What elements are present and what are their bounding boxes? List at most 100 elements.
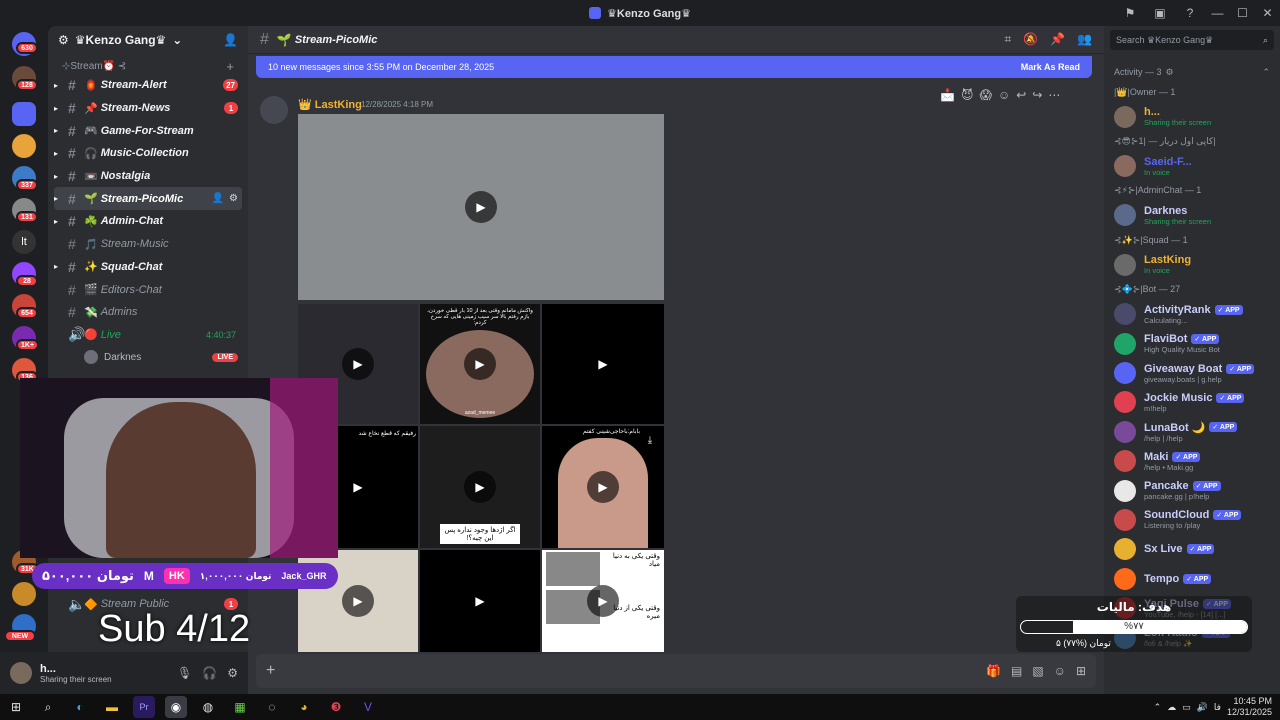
channel-category[interactable]: ⊹Stream⏰ ⊰ + [48,58,248,74]
close-button[interactable]: ✕ [1255,0,1280,26]
gift-icon[interactable]: 🎁 [986,664,1001,678]
inbox-icon[interactable]: ⚑ [1122,5,1138,21]
channel-admin-chat[interactable]: ▸ # ☘️ Admin-Chat [54,210,242,233]
chevron-up-icon[interactable]: ⌃ [1154,702,1162,713]
voice-user[interactable]: Darknes LIVE [48,346,248,368]
add-reaction-icon[interactable]: ☺ [998,88,1010,102]
edge-icon[interactable]: ◐ [69,696,91,718]
member-row[interactable]: LastKing In voice [1104,250,1280,279]
member-row[interactable]: ActivityRank ✓ APP Calculating... [1104,300,1280,329]
member-row[interactable]: Jockie Music ✓ APP m!help [1104,388,1280,417]
video-attachment[interactable]: واکنش ماما‌نم وقتی بعد از 10 بار قطی خور… [420,304,540,424]
reaction-icon[interactable]: 📩 [940,88,955,102]
member-row[interactable]: Pancake ✓ APP pancake.gg | p!help [1104,476,1280,505]
member-list-icon[interactable]: 👥 [1077,32,1092,47]
search-input[interactable]: Search ♛Kenzo Gang♛ ⌕ [1110,30,1274,50]
apps-icon[interactable]: ⊞ [1076,664,1086,678]
plus-icon[interactable]: + [266,662,275,680]
member-row[interactable]: Giveaway Boat ✓ APP giveaway.boats | g.hel… [1104,358,1280,387]
download-icon[interactable]: ⤓ [642,432,658,448]
help-icon[interactable]: ? [1182,5,1198,21]
network-icon[interactable]: ▭ [1182,702,1191,713]
minimize-button[interactable]: — [1205,0,1230,26]
message-author[interactable]: 👑 LastKing [298,98,362,111]
threads-icon[interactable]: ⌗ [1004,32,1011,47]
channel-stream-news[interactable]: ▸ # 📌 Stream-News 1 [54,97,242,120]
channel-music-collection[interactable]: ▸ # 🎧 Music-Collection [54,142,242,165]
server-icon[interactable] [12,582,36,606]
voice-channel-live[interactable]: 🔊 🔴 Live 4:40:37 [54,324,242,347]
play-icon[interactable]: ▶ [587,348,619,380]
store-icon[interactable]: ▦ [229,696,251,718]
reaction-icon[interactable]: 😈 [961,88,974,102]
channel-nostalgia[interactable]: ▸ # 📼 Nostalgia [54,165,242,188]
invite-icon[interactable]: 👤 [212,193,224,204]
screen-share-icon[interactable]: ▣ [1152,5,1168,21]
guild-header[interactable]: ⚙ ♛Kenzo Gang♛ ⌄ 👤 [48,26,248,54]
play-icon[interactable]: ▶ [465,191,497,223]
pin-icon[interactable]: 📌 [1050,32,1065,47]
video-attachment[interactable]: ▶ [420,550,540,652]
member-row[interactable]: SoundCloud ✓ APP Listening to /play [1104,505,1280,534]
file-explorer-icon[interactable]: ▬ [101,696,123,718]
play-icon[interactable]: ▶ [464,585,496,617]
forward-icon[interactable]: ↪ [1032,88,1042,102]
play-icon[interactable]: ▶ [464,348,496,380]
play-icon[interactable]: ▶ [342,348,374,380]
mark-as-read-button[interactable]: Mark As Read [1021,62,1080,72]
more-icon[interactable]: ⋯ [1048,88,1060,102]
settings-icon[interactable]: ⚙ [227,666,238,680]
avatar[interactable] [260,96,288,124]
channel-stream-picomic[interactable]: ▸ # 🌱 Stream-PicoMic 👤 ⚙ [54,187,242,211]
chrome-icon[interactable]: ◕ [293,696,315,718]
member-row[interactable]: h... Sharing their screen [1104,102,1280,131]
member-row[interactable]: Saeid-F... In voice [1104,151,1280,180]
new-messages-bar[interactable]: 10 new messages since 3:55 PM on Decembe… [256,56,1092,78]
reaction-icon[interactable]: 😱 [979,88,992,102]
video-attachment[interactable]: اگر اژدها وجود نداره پس این چیه؟! ▶ [420,426,540,548]
video-attachment[interactable]: بابام:باحاجی‌شینی کفتم ⤓ ▶ [542,426,664,548]
tray-app-icon[interactable]: ☁ [1167,702,1176,713]
plus-icon[interactable]: + [226,59,234,74]
add-member-icon[interactable]: 👤 [223,33,238,47]
member-row[interactable]: Sx Live ✓ APP [1104,535,1280,564]
server-icon[interactable] [12,102,36,126]
discord-icon[interactable]: ◉ [165,696,187,718]
avatar[interactable] [10,662,32,684]
emoji-icon[interactable]: ☺ [1054,664,1066,678]
message-composer[interactable]: + 🎁 ▤ ▧ ☺ ⊞ [256,654,1096,688]
mute-icon[interactable]: 🔕 [1023,32,1038,47]
video-attachment[interactable]: ▶ [298,114,664,300]
windows-start-icon[interactable]: ⊞ [5,696,27,718]
channel-game-for-stream[interactable]: ▸ # 🎮 Game-For-Stream [54,119,242,142]
search-icon[interactable]: ⌕ [37,696,59,718]
play-icon[interactable]: ▶ [342,585,374,617]
play-icon[interactable]: ▶ [587,585,619,617]
premiere-icon[interactable]: Pr [133,696,155,718]
channel-squad-chat[interactable]: ▸ # ✨ Squad-Chat [54,256,242,279]
clock[interactable]: 10:45 PM 12/31/2025 [1227,696,1272,718]
server-icon[interactable] [12,134,36,158]
microphone-icon[interactable]: 🎙 [177,666,192,680]
server-icon[interactable]: lt [12,230,36,254]
activity-header[interactable]: Activity — 3 ⚙ ⌃ [1104,62,1280,82]
video-attachment[interactable]: وقتی یکی به دنیا میاد وقتی یکی از دنیا م… [542,550,664,652]
app-icon[interactable]: V [357,696,379,718]
headphones-icon[interactable]: 🎧 [202,666,217,680]
member-row[interactable]: LunaBot 🌙 ✓ APP/help | /help [1104,417,1280,446]
sticker-icon[interactable]: ▧ [1032,664,1043,678]
app-icon[interactable]: ◌ [261,696,283,718]
play-icon[interactable]: ▶ [464,471,496,503]
member-row[interactable]: Tempo ✓ APP [1104,564,1280,593]
app-icon[interactable]: ❸ [325,696,347,718]
member-row[interactable]: FlaviBot ✓ APP High Quality Music Bot [1104,329,1280,358]
reply-icon[interactable]: ↩ [1016,88,1026,102]
channel-stream-music[interactable]: # 🎵 Stream-Music [54,233,242,256]
gif-icon[interactable]: ▤ [1011,664,1022,678]
video-attachment[interactable]: ▶ [542,304,664,424]
play-icon[interactable]: ▶ [342,471,374,503]
play-icon[interactable]: ▶ [587,471,619,503]
channel-stream-alert[interactable]: ▸ # 🏮 Stream-Alert 27 [54,74,242,97]
settings-icon[interactable]: ⚙ [229,193,238,204]
volume-icon[interactable]: 🔊 [1197,702,1208,713]
